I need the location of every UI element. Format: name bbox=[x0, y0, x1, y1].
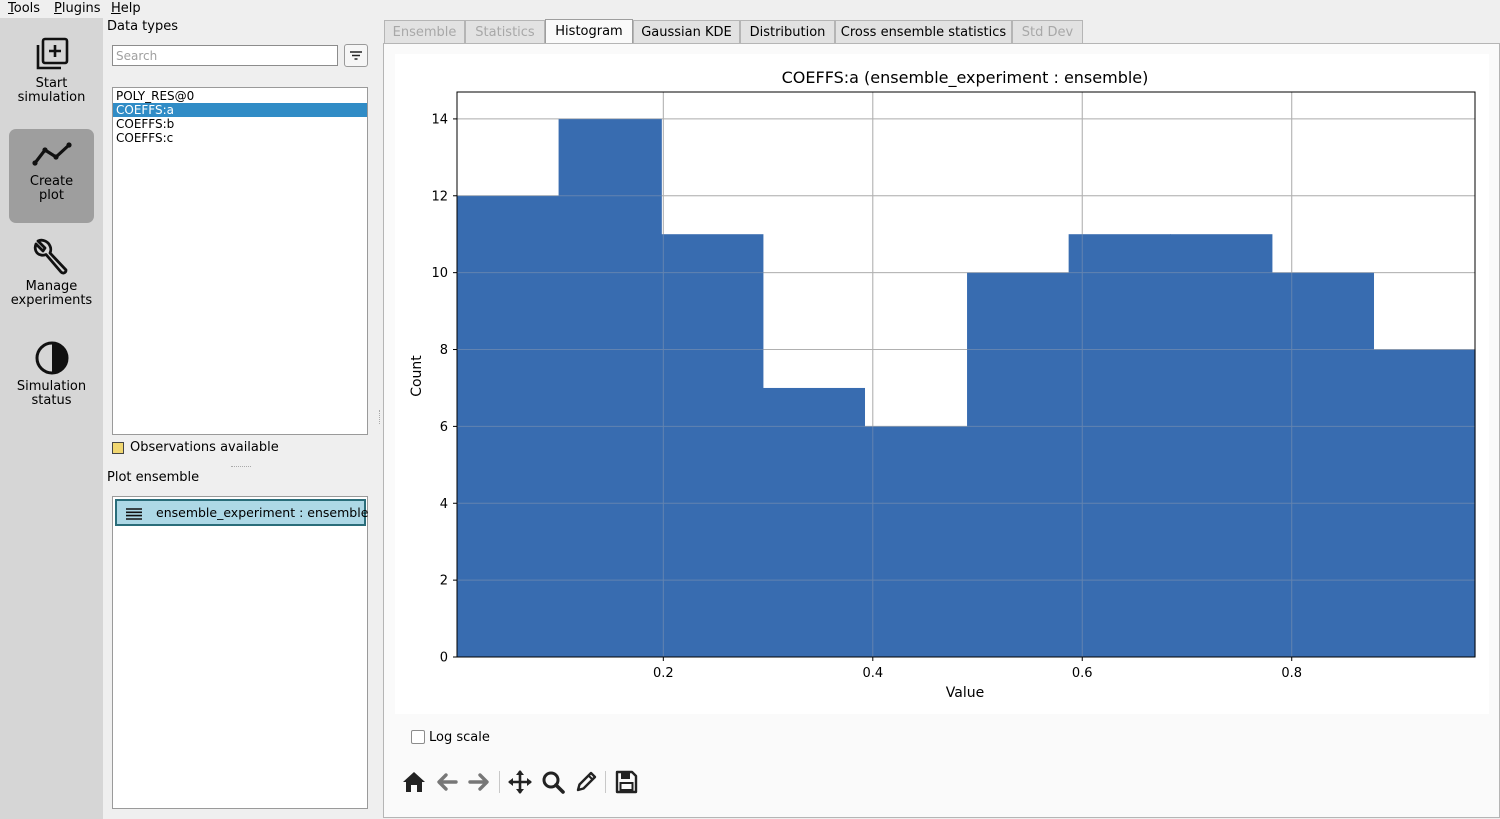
side-toolbar: Start simulation Create plot Manage experim… bbox=[0, 18, 103, 819]
ensemble-item[interactable]: ensemble_experiment : ensemble bbox=[115, 499, 369, 526]
start-simulation-label-1: Start bbox=[35, 76, 68, 91]
tab-histogram[interactable]: Histogram bbox=[545, 19, 633, 44]
create-plot-label-2: plot bbox=[39, 188, 64, 203]
menu-tools[interactable]: Tools bbox=[8, 1, 40, 16]
y-tick-label: 0 bbox=[440, 651, 448, 666]
save-icon bbox=[615, 770, 638, 794]
plot-ensemble-title: Plot ensemble bbox=[107, 470, 200, 485]
histogram-bar bbox=[558, 118, 662, 657]
home-icon bbox=[403, 772, 425, 792]
histogram-bar bbox=[864, 426, 968, 657]
y-axis-label: Count bbox=[409, 355, 425, 397]
tab-distribution[interactable]: Distribution bbox=[740, 20, 835, 44]
home-button[interactable] bbox=[400, 768, 428, 796]
tab-std-dev[interactable]: Std Dev bbox=[1012, 20, 1083, 44]
log-scale-checkbox[interactable] bbox=[411, 730, 425, 744]
list-item[interactable]: COEFFS:a bbox=[113, 103, 367, 117]
zoom-icon bbox=[542, 771, 565, 794]
line-plot-icon bbox=[31, 142, 72, 166]
histogram-bar bbox=[1271, 272, 1375, 657]
menu-plugins[interactable]: Plugins bbox=[54, 1, 101, 16]
x-axis-label: Value bbox=[946, 685, 984, 701]
histogram-bars bbox=[457, 118, 1476, 658]
drag-lines-icon bbox=[126, 508, 142, 520]
edit-button[interactable] bbox=[572, 768, 600, 796]
histogram-chart: COEFFS:a (ensemble_experiment : ensemble… bbox=[409, 68, 1476, 701]
tab-ensemble[interactable]: Ensemble bbox=[384, 20, 465, 44]
zoom-button[interactable] bbox=[539, 768, 567, 796]
chart-title: COEFFS:a (ensemble_experiment : ensemble… bbox=[782, 68, 1149, 88]
list-item[interactable]: COEFFS:c bbox=[113, 131, 367, 145]
histogram-bar bbox=[762, 387, 866, 657]
list-item[interactable]: COEFFS:b bbox=[113, 117, 367, 131]
tab-statistics[interactable]: Statistics bbox=[465, 20, 545, 44]
histogram-bar bbox=[967, 272, 1070, 657]
pan-button[interactable] bbox=[506, 768, 534, 796]
histogram-bar bbox=[1068, 234, 1171, 658]
create-plot-label-1: Create bbox=[29, 174, 74, 189]
ensemble-list[interactable]: ensemble_experiment : ensemble bbox=[112, 496, 368, 809]
tab-cross-ensemble-statistics[interactable]: Cross ensemble statistics bbox=[835, 20, 1012, 44]
data-types-list[interactable]: POLY_RES@0 COEFFS:a COEFFS:b COEFFS:c bbox=[112, 87, 368, 435]
manage-experiments-label-2: experiments bbox=[10, 293, 93, 308]
menubar: Tools Plugins Help bbox=[0, 0, 1500, 18]
wrench-icon bbox=[33, 238, 67, 275]
start-simulation-label-2: simulation bbox=[17, 90, 86, 105]
y-tick-label: 12 bbox=[431, 189, 448, 204]
y-tick-label: 4 bbox=[440, 497, 448, 512]
save-button[interactable] bbox=[612, 768, 640, 796]
y-tick-label: 14 bbox=[431, 112, 448, 127]
vertical-splitter[interactable] bbox=[379, 410, 381, 424]
manage-experiments-label-1: Manage bbox=[25, 279, 78, 294]
pan-icon bbox=[508, 770, 532, 794]
histogram-bar bbox=[1170, 234, 1273, 658]
y-tick-label: 10 bbox=[431, 266, 448, 281]
y-tick-label: 2 bbox=[440, 574, 448, 589]
observations-label: Observations available bbox=[130, 440, 279, 455]
simulation-status-label-1: Simulation bbox=[16, 379, 87, 394]
half-circle-icon bbox=[35, 341, 68, 375]
simulation-status-label-2: status bbox=[31, 393, 72, 408]
menu-help[interactable]: Help bbox=[111, 1, 141, 16]
data-types-title: Data types bbox=[107, 19, 178, 34]
x-tick-label: 0.2 bbox=[653, 666, 674, 681]
back-button[interactable] bbox=[433, 768, 461, 796]
ensemble-item-label: ensemble_experiment : ensemble bbox=[156, 505, 369, 520]
filter-icon bbox=[350, 51, 362, 60]
filter-button[interactable] bbox=[344, 44, 368, 67]
plot-content: COEFFS:a (ensemble_experiment : ensemble… bbox=[383, 43, 1500, 818]
histogram-figure: COEFFS:a (ensemble_experiment : ensemble… bbox=[395, 54, 1489, 714]
plus-square-icon bbox=[36, 37, 68, 70]
plot-selection-panel: Data types POLY_RES@0 COEFFS:a COEFFS:b … bbox=[103, 18, 380, 819]
x-tick-label: 0.4 bbox=[862, 666, 883, 681]
toolbar-separator bbox=[499, 771, 500, 793]
forward-arrow-icon bbox=[468, 773, 489, 791]
log-scale-label: Log scale bbox=[429, 730, 490, 745]
y-tick-label: 6 bbox=[440, 420, 448, 435]
back-arrow-icon bbox=[437, 773, 458, 791]
x-tick-label: 0.8 bbox=[1281, 666, 1302, 681]
edit-icon bbox=[576, 771, 597, 792]
splitter-handle[interactable] bbox=[231, 466, 251, 468]
toolbar-separator bbox=[605, 771, 606, 793]
manage-experiments-button[interactable]: Manage experiments bbox=[9, 233, 94, 327]
search-input[interactable] bbox=[112, 45, 338, 66]
x-tick-label: 0.6 bbox=[1072, 666, 1093, 681]
forward-button[interactable] bbox=[465, 768, 493, 796]
list-item[interactable]: POLY_RES@0 bbox=[113, 89, 367, 103]
create-plot-button[interactable]: Create plot bbox=[9, 129, 94, 223]
y-tick-label: 8 bbox=[440, 343, 448, 358]
tab-gaussian-kde[interactable]: Gaussian KDE bbox=[633, 20, 740, 44]
observations-swatch bbox=[112, 442, 124, 454]
simulation-status-button[interactable]: Simulation status bbox=[9, 334, 94, 428]
start-simulation-button[interactable]: Start simulation bbox=[9, 32, 94, 126]
histogram-bar bbox=[661, 234, 764, 658]
